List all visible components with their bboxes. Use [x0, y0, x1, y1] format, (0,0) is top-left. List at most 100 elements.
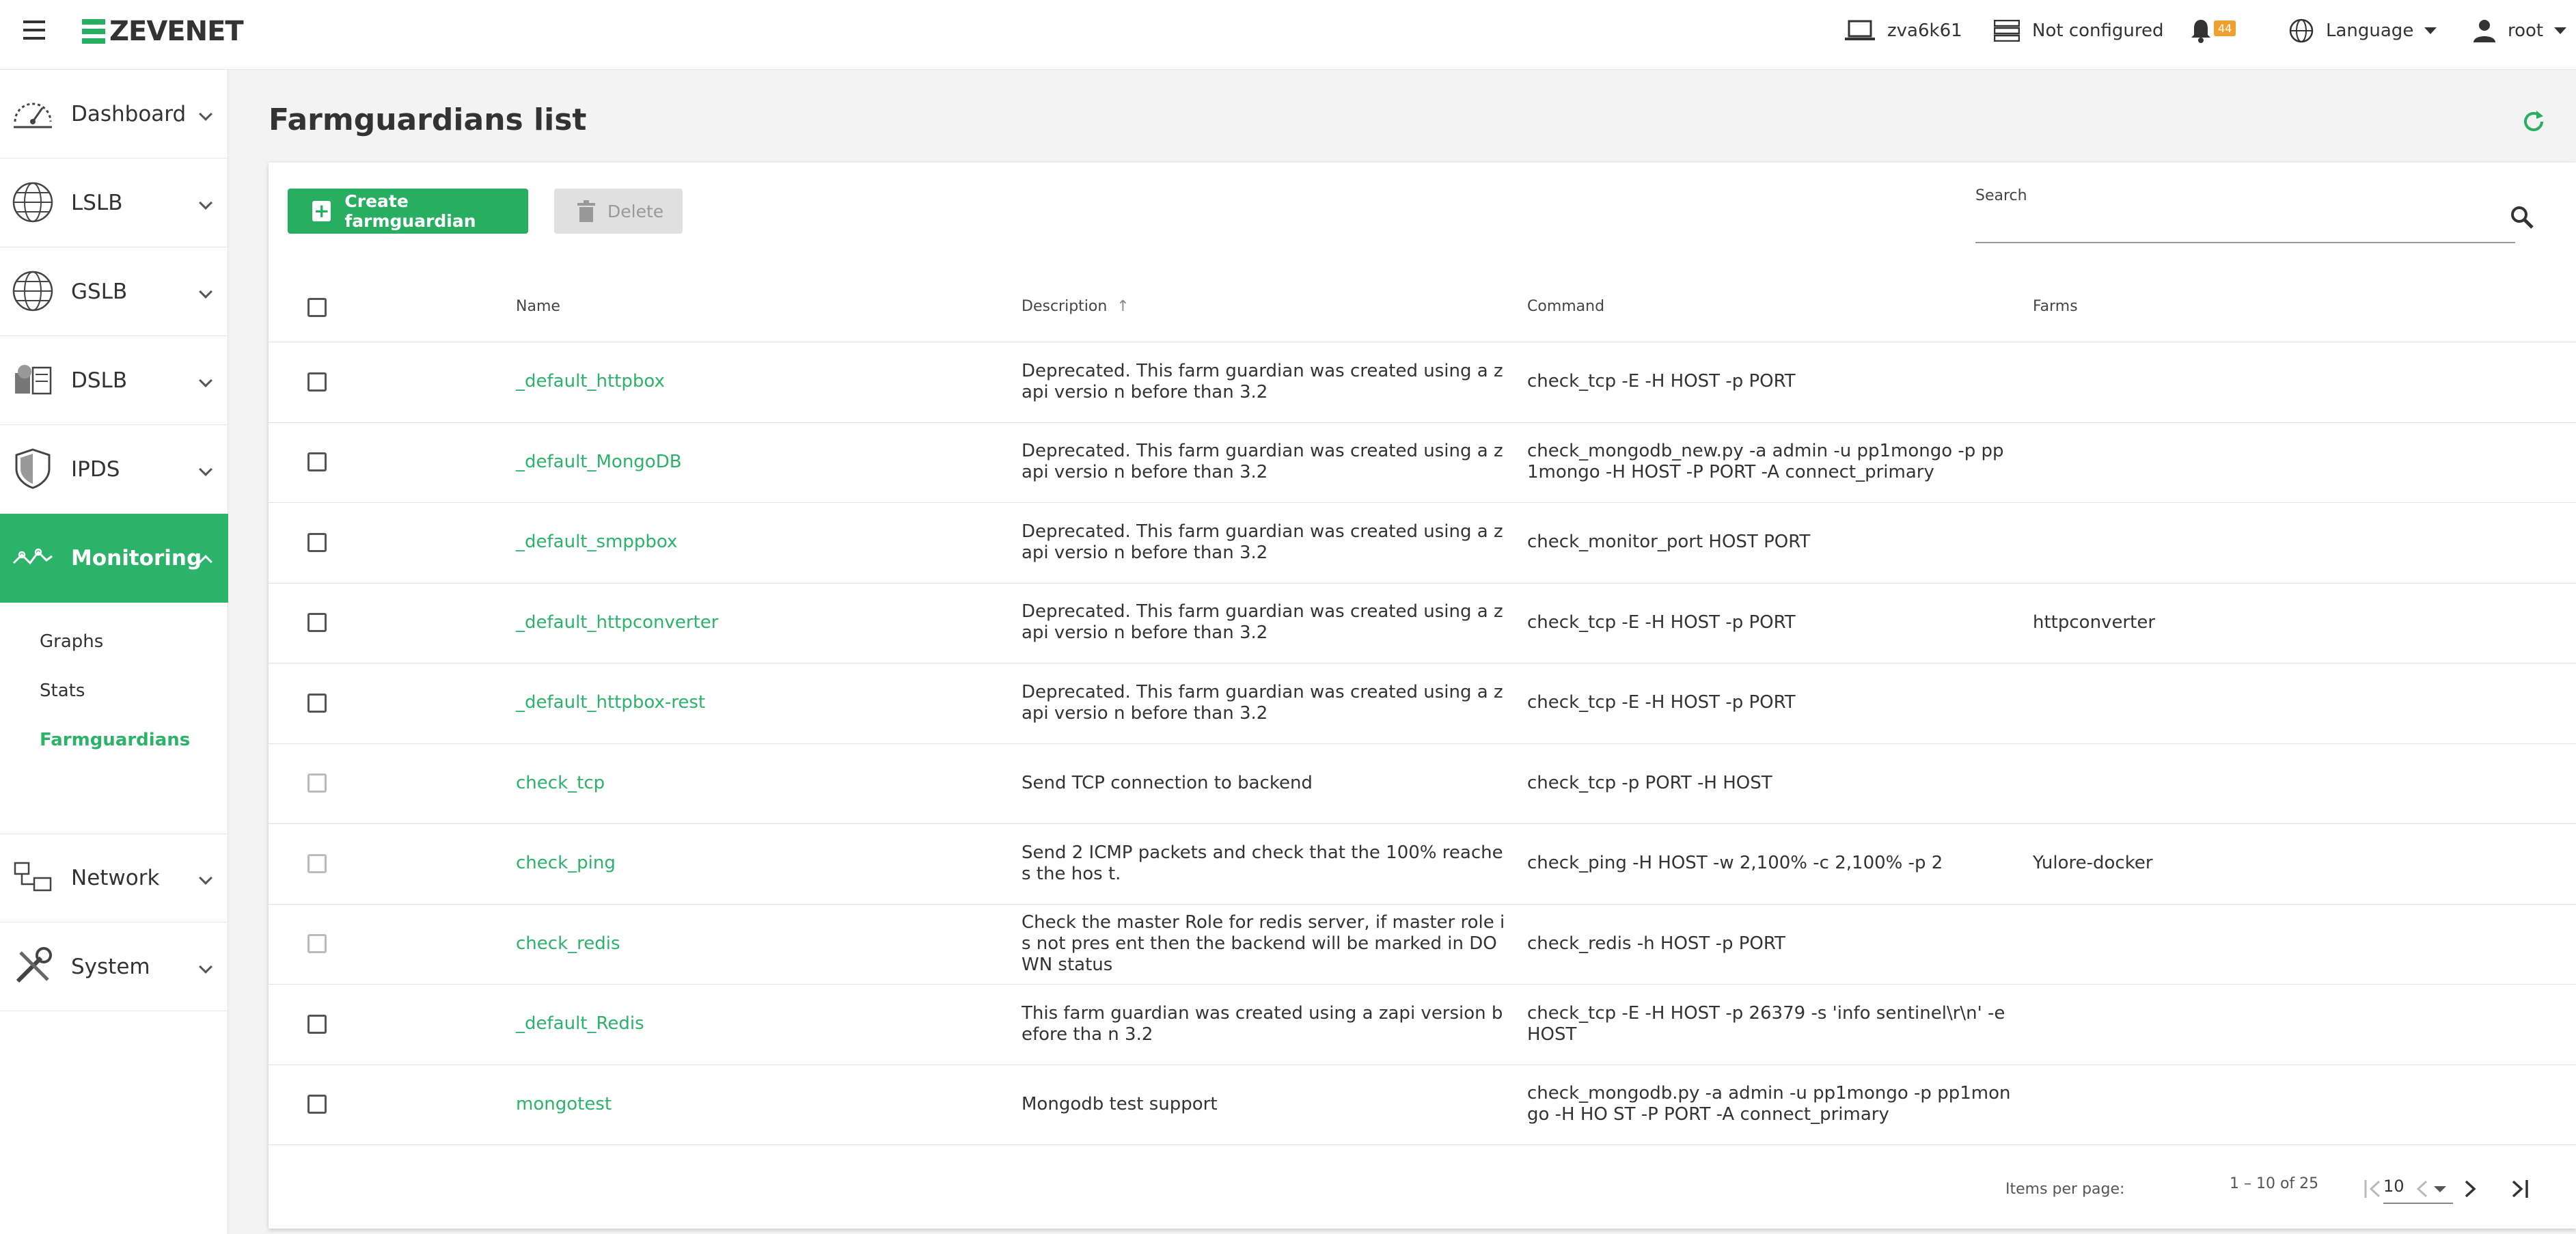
sidebar-item-lslb[interactable]: LSLB — [0, 159, 228, 247]
row-divider — [269, 903, 2576, 905]
farmguardian-name-link[interactable]: _default_httpconverter — [516, 612, 719, 633]
globe-icon — [2289, 18, 2314, 43]
farmguardian-name-link[interactable]: _default_httpbox — [516, 371, 665, 392]
row-checkbox[interactable] — [307, 532, 327, 552]
farmguardian-farms: httpconverter — [2033, 612, 2156, 633]
sidebar-item-label: System — [71, 954, 150, 979]
language-label: Language — [2326, 20, 2414, 41]
farmguardian-command: check_tcp -E -H HOST -p PORT — [1527, 371, 1796, 392]
row-checkbox[interactable] — [307, 693, 327, 713]
row-checkbox[interactable] — [307, 934, 327, 954]
row-divider — [269, 582, 2576, 584]
farmguardian-name-link[interactable]: _default_smppbox — [516, 532, 677, 553]
tools-icon — [16, 947, 52, 983]
chevron-down-icon — [199, 195, 213, 210]
logo[interactable]: ZEVENET — [82, 16, 244, 47]
select-all-checkbox[interactable] — [307, 298, 327, 317]
language-selector[interactable]: Language — [2289, 15, 2437, 46]
delete-button[interactable]: Delete — [554, 189, 683, 234]
globe-icon — [12, 182, 53, 223]
column-header-label: Description — [1022, 298, 1108, 315]
farmguardian-name-link[interactable]: mongotest — [516, 1094, 612, 1115]
farmguardian-name-link[interactable]: check_tcp — [516, 773, 605, 794]
farmguardian-description: This farm guardian was created using a z… — [1022, 1002, 1503, 1045]
row-checkbox[interactable] — [307, 853, 327, 873]
sidebar-item-label: Network — [71, 866, 160, 890]
create-farmguardian-button[interactable]: + Create farmguardian — [288, 189, 528, 234]
sidebar-item-system[interactable]: System — [0, 922, 228, 1011]
row-checkbox[interactable] — [307, 773, 327, 793]
last-page-button[interactable] — [2497, 1168, 2538, 1209]
row-checkbox[interactable] — [307, 1095, 327, 1114]
farmguardian-description: Mongodb test support — [1022, 1093, 1218, 1114]
farmguardian-description: Deprecated. This farm guardian was creat… — [1022, 521, 1503, 563]
search-icon[interactable] — [2510, 205, 2534, 230]
row-divider — [269, 743, 2576, 744]
farmguardians-card: + Create farmguardian Delete Search Name… — [269, 163, 2576, 1229]
farmguardian-command: check_tcp -E -H HOST -p 26379 -s 'info s… — [1527, 1002, 2005, 1045]
first-page-button[interactable] — [2354, 1168, 2395, 1209]
top-bar: ZEVENET zva6k61 Not configured 44 Langua… — [0, 0, 2576, 70]
chevron-down-icon — [199, 959, 213, 974]
row-checkbox[interactable] — [307, 452, 327, 472]
farmguardian-description: Check the master Role for redis server, … — [1022, 911, 1505, 975]
first-page-icon — [2364, 1180, 2381, 1198]
farmguardian-name-link[interactable]: _default_Redis — [516, 1013, 644, 1034]
search-label: Search — [1975, 187, 2027, 204]
column-header-name[interactable]: Name — [516, 298, 560, 315]
brand-name: ZEVENET — [109, 16, 244, 47]
farmguardian-name-link[interactable]: check_ping — [516, 853, 616, 874]
farmguardian-description: Send TCP connection to backend — [1022, 772, 1313, 793]
column-header-command[interactable]: Command — [1527, 298, 1604, 315]
trash-icon — [577, 200, 595, 222]
farmguardian-name-link[interactable]: _default_MongoDB — [516, 452, 682, 473]
column-header-farms[interactable]: Farms — [2033, 298, 2078, 315]
sidebar-item-label: LSLB — [71, 190, 123, 215]
sidebar-subitem-farmguardians[interactable]: Farmguardians — [40, 730, 190, 750]
next-page-button[interactable] — [2450, 1168, 2491, 1209]
sidebar-item-gslb[interactable]: GSLB — [0, 247, 228, 336]
farmguardian-description: Send 2 ICMP packets and check that the 1… — [1022, 842, 1503, 884]
datacenter-icon — [15, 365, 52, 395]
farmguardian-name-link[interactable]: _default_httpbox-rest — [516, 692, 705, 713]
laptop-icon — [1845, 20, 1875, 40]
row-divider — [269, 422, 2576, 423]
menu-icon[interactable] — [23, 20, 48, 42]
sidebar-item-dashboard[interactable]: Dashboard — [0, 70, 228, 159]
dashboard-icon — [14, 102, 52, 128]
notification-badge: 44 — [2214, 20, 2236, 36]
cluster-item[interactable]: Not configured — [1994, 15, 2163, 46]
row-checkbox[interactable] — [307, 613, 327, 633]
sidebar-item-monitoring[interactable]: Monitoring — [0, 514, 228, 603]
chevron-down-icon — [199, 107, 213, 121]
sidebar-item-network[interactable]: Network — [0, 834, 228, 922]
chevron-left-icon — [2416, 1180, 2428, 1198]
farmguardian-name-link[interactable]: check_redis — [516, 933, 620, 955]
cluster-status: Not configured — [2032, 20, 2164, 41]
user-menu[interactable]: root — [2474, 15, 2567, 46]
create-button-label: Create farmguardian — [344, 191, 476, 231]
sidebar-item-label: DSLB — [71, 368, 128, 393]
search-input[interactable] — [1975, 212, 2515, 243]
sidebar-subitem-graphs[interactable]: Graphs — [40, 631, 103, 652]
row-checkbox[interactable] — [307, 1014, 327, 1034]
farmguardian-description: Deprecated. This farm guardian was creat… — [1022, 360, 1503, 402]
farmguardian-description: Deprecated. This farm guardian was creat… — [1022, 681, 1503, 724]
row-divider — [269, 984, 2576, 985]
host-name: zva6k61 — [1887, 20, 1962, 41]
sidebar: Dashboard LSLB GSLB DSLB IPDS Monitoring… — [0, 70, 228, 1234]
column-header-description[interactable]: Description ↑ — [1022, 298, 1129, 315]
shield-icon — [15, 448, 51, 489]
sidebar-subitem-stats[interactable]: Stats — [40, 681, 85, 701]
sidebar-item-dslb[interactable]: DSLB — [0, 336, 228, 425]
plus-icon: + — [312, 200, 331, 222]
farmguardian-command: check_mongodb_new.py -a admin -u pp1mong… — [1527, 441, 2004, 483]
row-checkbox[interactable] — [307, 372, 327, 392]
refresh-icon[interactable] — [2521, 109, 2546, 134]
previous-page-button[interactable] — [2402, 1168, 2443, 1209]
host-item[interactable]: zva6k61 — [1845, 15, 1962, 46]
logo-mark — [82, 19, 105, 44]
farmguardian-command: check_tcp -E -H HOST -p PORT — [1527, 612, 1796, 633]
sidebar-item-ipds[interactable]: IPDS — [0, 425, 228, 514]
monitoring-icon — [12, 548, 53, 565]
